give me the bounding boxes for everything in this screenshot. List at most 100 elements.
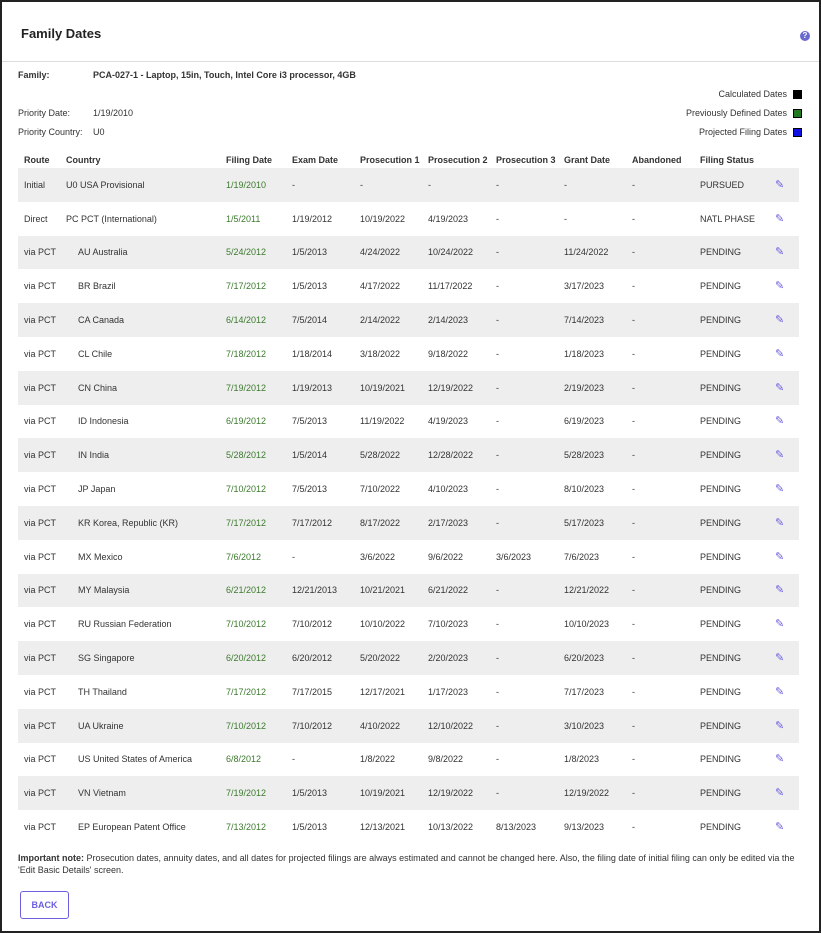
- cell-pros2: 12/19/2022: [422, 370, 490, 405]
- cell-country: PC PCT (International): [66, 213, 157, 224]
- priority-country-value: U0: [93, 127, 105, 137]
- pencil-icon[interactable]: ✎: [775, 822, 785, 833]
- cell-pros2: 2/20/2023: [422, 641, 490, 675]
- cell-exam: 7/10/2012: [286, 708, 354, 743]
- pencil-icon[interactable]: ✎: [775, 382, 785, 393]
- cell-country: SG Singapore: [60, 641, 220, 675]
- cell-pros1: 5/20/2022: [354, 641, 422, 675]
- family-label: Family:: [18, 70, 50, 80]
- cell-status: PENDING: [694, 505, 769, 540]
- pencil-icon[interactable]: ✎: [775, 517, 785, 528]
- cell-abandoned: -: [632, 686, 635, 697]
- cell-country: US United States of America: [78, 754, 193, 765]
- cell-abandoned: -: [626, 168, 694, 202]
- cell-pros1: 12/13/2021: [360, 822, 406, 833]
- cell-pros1: 10/21/2021: [354, 573, 422, 608]
- pencil-icon[interactable]: ✎: [775, 281, 785, 292]
- pencil-icon[interactable]: ✎: [775, 247, 785, 258]
- cell-status: PENDING: [694, 708, 769, 743]
- pencil-icon[interactable]: ✎: [775, 416, 785, 427]
- table-row: via PCT KR Korea, Republic (KR) 7/17/2012 7…: [18, 505, 799, 540]
- cell-exam: -: [292, 754, 295, 765]
- cell-exam: 1/5/2013: [286, 235, 354, 270]
- cell-grant: 6/19/2023: [564, 416, 605, 427]
- cell-grant: 12/19/2022: [558, 776, 626, 811]
- cell-pros3: -: [496, 281, 499, 292]
- column-header: Country: [66, 155, 101, 165]
- cell-exam: 7/17/2012: [286, 505, 354, 540]
- table-row: via PCT US United States of America 6/8/20…: [18, 743, 799, 777]
- cell-status: PENDING: [700, 281, 742, 292]
- cell-route: via PCT: [18, 235, 60, 270]
- cell-exam: 1/5/2013: [286, 776, 354, 811]
- pencil-icon[interactable]: ✎: [775, 213, 785, 224]
- pencil-icon[interactable]: ✎: [775, 754, 785, 765]
- help-icon[interactable]: ?: [800, 31, 810, 41]
- column-header: Exam Date: [292, 155, 339, 165]
- pencil-icon[interactable]: ✎: [775, 788, 785, 799]
- pencil-icon[interactable]: ✎: [775, 653, 785, 664]
- pencil-icon[interactable]: ✎: [775, 450, 785, 461]
- cell-filing: 7/13/2012: [226, 822, 267, 833]
- cell-pros3: -: [490, 370, 558, 405]
- cell-exam: 12/21/2013: [286, 573, 354, 608]
- cell-status: PENDING: [694, 438, 769, 473]
- table-row: via PCT AU Australia 5/24/2012 1/5/2013 4/24…: [18, 235, 799, 270]
- cell-pros2: 4/19/2023: [428, 213, 469, 224]
- cell-pros2: 9/6/2022: [428, 551, 464, 562]
- cell-filing: 7/19/2012: [220, 776, 286, 811]
- edit-cell: ✎: [769, 168, 799, 202]
- back-button[interactable]: BACK: [20, 891, 69, 919]
- pencil-icon[interactable]: ✎: [775, 315, 785, 326]
- cell-pros2: 12/10/2022: [422, 708, 490, 743]
- cell-filing: 6/21/2012: [220, 573, 286, 608]
- cell-country: RU Russian Federation: [78, 619, 172, 630]
- cell-abandoned: -: [626, 235, 694, 270]
- cell-filing: 7/19/2012: [220, 370, 286, 405]
- table-row: Direct PC PCT (International) 1/5/2011 1/19…: [18, 202, 799, 236]
- pencil-icon[interactable]: ✎: [775, 484, 785, 495]
- page-title: Family Dates: [21, 26, 102, 41]
- edit-cell: ✎: [769, 337, 799, 371]
- cell-status: NATL PHASE: [700, 213, 756, 224]
- edit-cell: ✎: [769, 607, 799, 641]
- cell-exam: 1/5/2014: [286, 438, 354, 473]
- cell-pros1: 7/10/2022: [360, 484, 401, 495]
- pencil-icon[interactable]: ✎: [775, 686, 785, 697]
- cell-country: UA Ukraine: [60, 708, 220, 743]
- pencil-icon[interactable]: ✎: [775, 551, 785, 562]
- cell-grant: 7/14/2023: [558, 303, 626, 337]
- cell-abandoned: -: [626, 573, 694, 608]
- column-header: Grant Date: [564, 155, 611, 165]
- cell-status: PENDING: [700, 348, 742, 359]
- cell-filing: 7/10/2012: [226, 484, 267, 495]
- cell-grant: 2/19/2023: [558, 370, 626, 405]
- important-note-label: Important note:: [18, 853, 84, 863]
- table-row: via PCT MY Malaysia 6/21/2012 12/21/2013 10/…: [18, 573, 799, 608]
- cell-filing: 7/18/2012: [226, 348, 267, 359]
- cell-route: via PCT: [24, 416, 57, 427]
- cell-pros1: 10/19/2021: [354, 776, 422, 811]
- cell-exam: 1/5/2013: [292, 281, 328, 292]
- pencil-icon[interactable]: ✎: [775, 179, 785, 190]
- cell-filing: 6/8/2012: [226, 754, 262, 765]
- pencil-icon[interactable]: ✎: [775, 619, 785, 630]
- cell-filing: 7/10/2012: [226, 619, 267, 630]
- cell-route: via PCT: [18, 776, 60, 811]
- pencil-icon[interactable]: ✎: [775, 585, 785, 596]
- cell-grant: 5/17/2023: [558, 505, 626, 540]
- cell-abandoned: -: [626, 505, 694, 540]
- cell-pros1: 10/19/2022: [360, 213, 406, 224]
- pencil-icon[interactable]: ✎: [775, 348, 785, 359]
- cell-abandoned: -: [632, 822, 635, 833]
- edit-cell: ✎: [769, 303, 799, 337]
- cell-country: CL Chile: [78, 348, 113, 359]
- legend-calculated: Calculated Dates: [718, 89, 802, 99]
- legend-previous-swatch: [793, 108, 802, 118]
- family-value: PCA-027-1 - Laptop, 15in, Touch, Intel C…: [93, 70, 356, 80]
- cell-pros1: 10/10/2022: [360, 619, 406, 630]
- cell-filing: 6/20/2012: [220, 641, 286, 675]
- cell-pros1: 4/17/2022: [360, 281, 401, 292]
- cell-country: U0 USA Provisional: [60, 168, 220, 202]
- pencil-icon[interactable]: ✎: [775, 720, 785, 731]
